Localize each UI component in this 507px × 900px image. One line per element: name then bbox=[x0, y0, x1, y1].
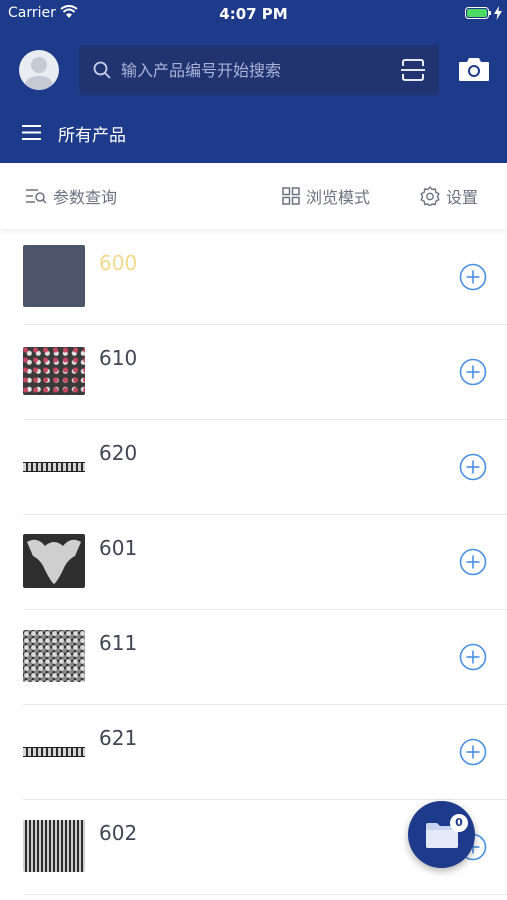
product-thumbnail bbox=[23, 720, 85, 782]
product-list: 600 610 620 601 611 621 602 bbox=[0, 230, 507, 895]
cart-fab-button[interactable]: 0 bbox=[408, 801, 475, 868]
list-item[interactable]: 601 bbox=[0, 515, 507, 610]
search-input[interactable] bbox=[121, 45, 391, 95]
browse-mode-label: 浏览模式 bbox=[306, 188, 371, 207]
filter-icon bbox=[26, 189, 47, 204]
page-title: 所有产品 bbox=[58, 126, 126, 146]
app-header: Carrier 4:07 PM 输入产品编号开始搜索 所有产品 bbox=[0, 0, 507, 163]
scan-icon[interactable] bbox=[401, 59, 425, 81]
list-item[interactable]: 620 bbox=[0, 420, 507, 515]
gear-icon bbox=[420, 186, 440, 206]
product-thumbnail bbox=[23, 534, 85, 588]
product-code: 621 bbox=[99, 726, 138, 750]
add-circle-icon[interactable] bbox=[459, 358, 487, 386]
user-icon bbox=[24, 57, 54, 90]
list-item[interactable]: 621 bbox=[0, 705, 507, 800]
settings-label: 设置 bbox=[446, 188, 479, 207]
search-bar[interactable] bbox=[79, 45, 439, 95]
avatar[interactable] bbox=[19, 50, 59, 90]
battery-icon bbox=[465, 7, 491, 19]
product-code: 602 bbox=[99, 821, 138, 845]
product-thumbnail bbox=[23, 820, 85, 872]
add-circle-icon[interactable] bbox=[459, 263, 487, 291]
add-circle-icon[interactable] bbox=[459, 738, 487, 766]
product-thumbnail bbox=[23, 347, 85, 395]
param-query-label: 参数查询 bbox=[53, 188, 118, 207]
settings-button[interactable]: 设置 bbox=[420, 163, 478, 229]
grid-icon bbox=[282, 187, 300, 205]
charging-bolt-icon bbox=[494, 6, 502, 20]
product-code: 600 bbox=[99, 251, 138, 275]
product-code: 601 bbox=[99, 536, 138, 560]
list-item[interactable]: 600 bbox=[0, 230, 507, 325]
browse-mode-button[interactable]: 浏览模式 bbox=[282, 163, 370, 229]
add-circle-icon[interactable] bbox=[459, 548, 487, 576]
status-time: 4:07 PM bbox=[219, 5, 288, 23]
product-code: 611 bbox=[99, 631, 138, 655]
status-bar: Carrier 4:07 PM bbox=[0, 0, 507, 28]
add-circle-icon[interactable] bbox=[459, 453, 487, 481]
product-thumbnail bbox=[23, 245, 85, 307]
product-thumbnail bbox=[23, 630, 85, 682]
cart-count-badge: 0 bbox=[450, 814, 468, 832]
menu-icon[interactable] bbox=[22, 125, 41, 140]
search-icon bbox=[93, 61, 111, 79]
param-query-button[interactable]: 参数查询 bbox=[25, 163, 117, 229]
list-item[interactable]: 611 bbox=[0, 610, 507, 705]
list-item[interactable]: 610 bbox=[0, 325, 507, 420]
camera-icon[interactable] bbox=[458, 56, 490, 82]
add-circle-icon[interactable] bbox=[459, 643, 487, 671]
applique-pattern bbox=[27, 539, 81, 584]
filter-toolbar: 参数查询 浏览模式 设置 bbox=[0, 163, 507, 229]
product-thumbnail bbox=[23, 435, 85, 497]
product-code: 620 bbox=[99, 441, 138, 465]
product-code: 610 bbox=[99, 346, 138, 370]
